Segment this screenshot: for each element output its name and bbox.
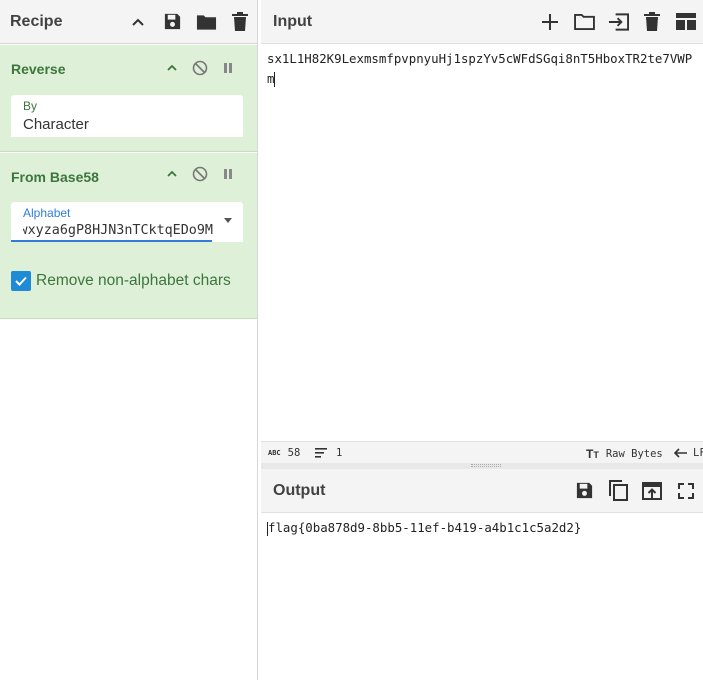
grip-icon [471,464,501,467]
abc-icon: ABC [268,449,281,457]
encoding-selector[interactable]: TT Raw Bytes [586,447,663,461]
lines-indicator: 1 [315,447,342,459]
layout-icon[interactable] [669,0,703,44]
check-icon [15,276,27,286]
encoding-value: Raw Bytes [605,448,663,460]
operation-from-base58: From Base58 Alphabet 123456789ABCDEFGHJK… [0,153,257,319]
eol-value: LF [693,447,703,459]
disable-icon[interactable] [189,57,211,79]
chevron-up-icon[interactable] [121,0,155,44]
output-title: Output [273,481,326,499]
lines-icon [315,448,327,458]
operation-name: From Base58 [11,169,99,185]
save-icon[interactable] [155,0,189,44]
alphabet-field[interactable]: Alphabet 123456789ABCDEFGHJKLMNPQRSTUVWX… [11,202,243,242]
pause-icon[interactable] [217,57,239,79]
input-title: Input [273,12,313,30]
save-icon[interactable] [567,469,601,513]
folder-icon[interactable] [189,0,223,44]
trash-icon[interactable] [223,0,257,44]
remove-non-alphabet-checkbox[interactable] [11,271,31,291]
input-status-bar: ABC 58 1 TT Raw Bytes LF [261,441,703,463]
length-indicator: ABC 58 [268,447,300,459]
operation-name: Reverse [11,61,66,77]
input-line: sx1L1H82K9LexmsmfpvpnyuHj1spzYv5cWFdSGqi… [267,51,693,66]
alphabet-input[interactable]: 123456789ABCDEFGHJKLMNPQRSTUVWXYZabcdefg… [23,223,213,238]
text-format-icon: TT [586,447,599,461]
input-textarea[interactable]: sx1L1H82K9LexmsmfpvpnyuHj1spzYv5cWFdSGqi… [267,49,692,89]
eol-selector[interactable]: LF [674,447,703,459]
recipe-panel: Recipe Reverse By Character From Base58 … [0,0,258,680]
pause-icon[interactable] [217,163,239,185]
input-line: m [267,71,275,86]
plus-icon[interactable] [533,0,567,44]
arrow-left-icon [674,448,687,458]
focus-underline [11,240,212,242]
trash-icon[interactable] [635,0,669,44]
by-value: Character [23,116,89,133]
chevron-up-icon[interactable] [161,163,183,185]
recipe-header: Recipe [0,0,257,44]
lines-value: 1 [336,447,343,459]
length-value: 58 [287,447,301,459]
output-textarea[interactable]: flag{0ba878d9-8bb5-11ef-b419-a4b1c1c5a2d… [267,518,581,538]
output-text: flag{0ba878d9-8bb5-11ef-b419-a4b1c1c5a2d… [268,520,582,535]
by-label: By [23,99,38,113]
sign-in-icon[interactable] [601,0,635,44]
output-header: Output [261,469,703,513]
remove-non-alphabet-label: Remove non-alphabet chars [36,272,231,289]
operation-reverse: Reverse By Character [0,45,257,152]
open-folder-icon[interactable] [567,0,601,44]
recipe-title: Recipe [10,12,63,30]
input-panel: Input sx1L1H82K9LexmsmfpvpnyuHj1spzYv5cW… [261,0,703,441]
by-field[interactable]: By Character [11,95,243,137]
text-cursor [274,72,276,87]
input-header: Input [261,0,703,44]
fullscreen-icon[interactable] [669,469,703,513]
chevron-up-icon[interactable] [161,57,183,79]
disable-icon[interactable] [189,163,211,185]
output-panel: Output flag{0ba878d9-8bb5-11ef-b419-a4b1… [261,469,703,680]
replace-input-icon[interactable] [635,469,669,513]
alphabet-label: Alphabet [23,206,71,220]
copy-icon[interactable] [601,469,635,513]
dropdown-caret-icon[interactable] [224,218,232,223]
